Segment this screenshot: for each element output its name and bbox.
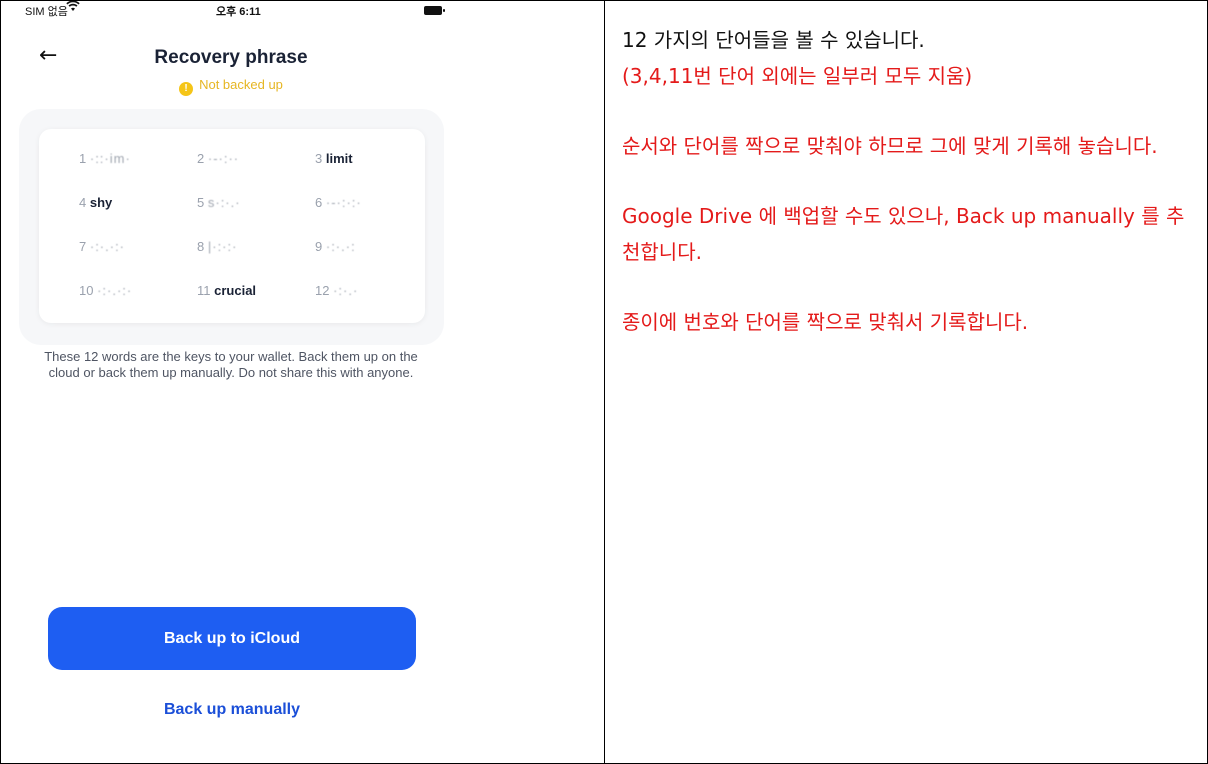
page-title: Recovery phrase: [154, 47, 308, 68]
wifi-icon: [66, 1, 80, 15]
description-text: These 12 words are the keys to your wall…: [44, 349, 418, 380]
panel-divider: [604, 0, 605, 764]
backup-status-text: Not backed up: [199, 77, 283, 92]
recovery-word-5: 5 s·:·.·: [197, 195, 241, 210]
recovery-word-2: 2 ·-·:··: [197, 151, 239, 166]
word-number: 8: [197, 239, 205, 254]
carrier-label: SIM 없음: [25, 6, 68, 18]
word-number: 3: [315, 151, 323, 166]
word-text: shy: [89, 195, 113, 210]
status-bar: SIM 없음 오후 6:11: [1, 1, 604, 21]
recovery-word-6: 6 ·-·:·:·: [315, 195, 362, 210]
clock: 오후 6:11: [216, 6, 261, 18]
recovery-word-1: 1 ·::·im·: [79, 151, 131, 166]
word-number: 2: [197, 151, 205, 166]
backup-manually-button[interactable]: Back up manually: [48, 701, 416, 719]
recovery-word-9: 9 ·:·.·:: [315, 239, 356, 254]
word-text: ·:·.·:: [325, 239, 356, 254]
recovery-word-7: 7 ·:·.·:·: [79, 239, 125, 254]
warning-icon: !: [179, 82, 194, 96]
recovery-word-10: 10 ·:·.·:·: [79, 283, 132, 298]
word-number: 4: [79, 195, 87, 210]
note-para-2: 순서와 단어를 짝으로 맞춰야 하므로 그에 맞게 기록해 놓습니다.: [622, 134, 1158, 158]
backup-icloud-button[interactable]: Back up to iCloud: [48, 607, 416, 670]
phone-screenshot: SIM 없음 오후 6:11 ← Recovery phrase ! Not ba…: [1, 1, 604, 763]
word-text: ·:·.·:·: [97, 283, 133, 298]
word-number: 7: [79, 239, 87, 254]
word-text: limit: [325, 151, 353, 166]
notes-panel: 12 가지의 단어들을 볼 수 있습니다. (3,4,11번 단어 외에는 일부…: [622, 22, 1192, 340]
word-text: ·::·im·: [89, 151, 131, 166]
word-text: ·:·.·: [333, 283, 359, 298]
word-text: ·-·:·:·: [325, 195, 362, 210]
word-number: 1: [79, 151, 87, 166]
note-para-4: 종이에 번호와 단어를 짝으로 맞춰서 기록합니다.: [622, 310, 1029, 334]
battery-icon: [424, 6, 445, 15]
word-number: 11: [197, 283, 211, 298]
note-line-2: (3,4,11번 단어 외에는 일부러 모두 지움): [622, 64, 973, 88]
recovery-word-11: 11 crucial: [197, 283, 256, 298]
note-para-3: Google Drive 에 백업할 수도 있으나, Back up manua…: [622, 204, 1185, 264]
word-text: ·-·:··: [207, 151, 240, 166]
word-text: ·:·.·:·: [89, 239, 126, 254]
backup-status: ! Not backed up: [1, 77, 461, 96]
recovery-words-card: 1 ·::·im· 2 ·-·:·· 3 limit4 shy 5 s·:·.· 6 ·…: [39, 129, 425, 323]
word-text: s·:·.·: [207, 195, 241, 210]
recovery-word-8: 8 |·:·:·: [197, 239, 237, 254]
word-text: crucial: [214, 283, 257, 298]
word-text: |·:·:·: [207, 239, 238, 254]
word-number: 10: [79, 283, 94, 298]
recovery-word-12: 12 ·:·.·: [315, 283, 358, 298]
word-number: 12: [315, 283, 330, 298]
note-line-1: 12 가지의 단어들을 볼 수 있습니다.: [622, 28, 925, 52]
word-number: 6: [315, 195, 323, 210]
recovery-word-4: 4 shy: [79, 195, 112, 210]
word-number: 5: [197, 195, 205, 210]
word-number: 9: [315, 239, 323, 254]
recovery-word-3: 3 limit: [315, 151, 353, 166]
